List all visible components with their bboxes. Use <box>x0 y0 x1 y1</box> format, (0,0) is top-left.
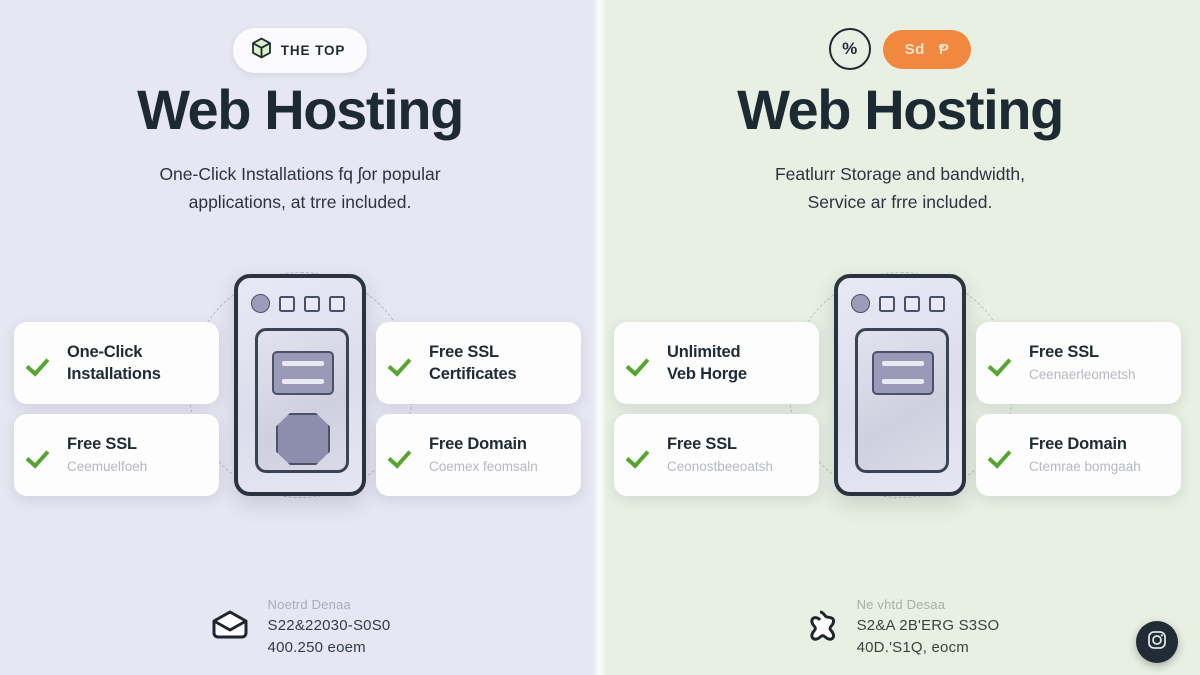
drive-bay-icon <box>272 351 334 395</box>
split-promo-stage: THE TOP Web Hosting One-Click Installati… <box>0 0 1200 675</box>
cross-star-icon <box>801 608 839 647</box>
right-subtitle-line1: Featlurr Storage and bandwidth, <box>774 164 1026 184</box>
feature-card-title-line2: Installations <box>67 365 161 383</box>
feature-card-text: Free SSL Ceenaerleometsh <box>1029 341 1136 384</box>
the-top-badge[interactable]: THE TOP <box>232 28 368 73</box>
feature-card-title: Free SSL <box>67 435 137 454</box>
instagram-camera-icon <box>1146 629 1168 656</box>
percent-circle-icon[interactable]: % <box>828 28 871 70</box>
feature-card-title-line2: Veb Horge <box>667 365 747 383</box>
server-indicator-lights <box>251 294 345 313</box>
status-led-icon <box>329 295 345 312</box>
power-led-icon <box>851 294 870 313</box>
left-subtitle: One-Click Installations fq ʃor popular a… <box>0 160 600 216</box>
status-led-icon <box>929 295 945 312</box>
feature-card[interactable]: Free SSL Ceonostbeeoatsh <box>614 414 819 496</box>
feature-card-text: Free SSL Ceemuelfoeh <box>67 433 147 476</box>
feature-card-title-line2: Certificates <box>429 365 517 383</box>
feature-card-title: Free SSL <box>667 435 737 454</box>
feature-card-text: Free Domain Ctemrae bomgaah <box>1029 433 1141 476</box>
cube-icon <box>251 37 272 64</box>
footer-line-2: S2&A 2B'ERG S3SO <box>856 616 1000 634</box>
status-led-icon <box>304 295 320 312</box>
promo-pill-label: Sd <box>904 40 925 58</box>
currency-glyph-icon: Ᵽ <box>938 40 950 58</box>
mail-envelope-icon <box>210 609 250 646</box>
right-footer-text: Ne vhtd Desaa S2&A 2B'ERG S3SO 40D.'S1Q,… <box>857 596 1000 658</box>
left-footer-text: Noetrd Denaa S22&22030-S0S0 400.250 eoem <box>268 596 391 658</box>
status-led-icon <box>904 295 920 312</box>
footer-line-1: Noetrd Denaa <box>267 597 351 612</box>
feature-card-title: Free SSL <box>1029 343 1099 362</box>
footer-line-1: Ne vhtd Desaa <box>856 597 946 612</box>
instagram-social-button[interactable] <box>1136 621 1178 663</box>
left-promo-panel: THE TOP Web Hosting One-Click Installati… <box>0 0 600 675</box>
feature-card[interactable]: Free Domain Coemex feomsaln <box>376 414 581 496</box>
check-icon <box>390 350 416 376</box>
feature-card-title: Free Domain <box>429 435 527 454</box>
left-badge-row: THE TOP <box>0 28 600 73</box>
drive-slot-line <box>882 379 924 384</box>
feature-card-subtitle: Coemex feomsaln <box>429 458 538 474</box>
footer-line-3: 400.250 eoem <box>267 638 366 656</box>
server-fan-icon <box>276 413 330 465</box>
feature-card-title: Unlimited <box>667 342 741 361</box>
feature-card-subtitle: Ctemrae bomgaah <box>1029 458 1141 474</box>
feature-card[interactable]: Unlimited Veb Horge <box>614 322 819 404</box>
feature-card-text: Free SSL Ceonostbeeoatsh <box>667 433 773 476</box>
right-footer: Ne vhtd Desaa S2&A 2B'ERG S3SO 40D.'S1Q,… <box>600 596 1200 658</box>
check-icon <box>628 442 654 468</box>
feature-card[interactable]: Free SSL Certificates <box>376 322 581 404</box>
promo-pill-badge[interactable]: Sd Ᵽ <box>882 29 972 69</box>
right-subtitle-line2: Service ar frre included. <box>807 192 993 212</box>
feature-card-title: Free Domain <box>1029 435 1127 454</box>
feature-card[interactable]: Free SSL Ceenaerleometsh <box>976 322 1181 404</box>
feature-card-text: Free SSL Certificates <box>429 341 517 386</box>
check-icon <box>990 442 1016 468</box>
power-led-icon <box>251 294 270 313</box>
feature-card[interactable]: One-Click Installations <box>14 322 219 404</box>
server-tower-icon <box>834 274 966 496</box>
check-icon <box>28 350 54 376</box>
feature-card[interactable]: Free SSL Ceemuelfoeh <box>14 414 219 496</box>
left-subtitle-line2: applications, at trre included. <box>188 192 412 212</box>
left-footer: Noetrd Denaa S22&22030-S0S0 400.250 eoem <box>0 596 600 658</box>
check-icon <box>628 350 654 376</box>
check-icon <box>990 350 1016 376</box>
feature-card[interactable]: Free Domain Ctemrae bomgaah <box>976 414 1181 496</box>
feature-card-title: One-Click <box>67 342 143 361</box>
status-led-icon <box>879 295 895 312</box>
server-front-panel <box>255 328 349 473</box>
right-badge-row: % Sd Ᵽ <box>600 28 1200 70</box>
right-page-title: Web Hosting <box>737 78 1064 141</box>
check-icon <box>28 442 54 468</box>
the-top-badge-label: THE TOP <box>280 43 346 58</box>
server-indicator-lights <box>851 294 945 313</box>
left-page-title: Web Hosting <box>137 78 464 141</box>
feature-card-text: One-Click Installations <box>67 341 161 386</box>
drive-bay-icon <box>872 351 934 395</box>
feature-card-title: Free SSL <box>429 342 499 361</box>
drive-slot-line <box>882 361 924 366</box>
feature-card-subtitle: Ceonostbeeoatsh <box>667 458 773 474</box>
status-led-icon <box>279 295 295 312</box>
server-tower-icon <box>234 274 366 496</box>
feature-card-subtitle: Ceenaerleometsh <box>1029 366 1136 382</box>
drive-slot-line <box>282 379 324 384</box>
feature-card-text: Free Domain Coemex feomsaln <box>429 433 538 476</box>
check-icon <box>390 442 416 468</box>
drive-slot-line <box>282 361 324 366</box>
feature-card-text: Unlimited Veb Horge <box>667 341 747 386</box>
footer-line-3: 40D.'S1Q, eocm <box>856 638 969 656</box>
right-subtitle: Featlurr Storage and bandwidth, Service … <box>600 160 1200 216</box>
feature-card-subtitle: Ceemuelfoeh <box>67 458 148 474</box>
server-front-panel <box>855 328 949 473</box>
left-subtitle-line1: One-Click Installations fq ʃor popular <box>159 164 441 184</box>
right-promo-panel: % Sd Ᵽ Web Hosting Featlurr Storage and … <box>600 0 1200 675</box>
footer-line-2: S22&22030-S0S0 <box>267 616 391 634</box>
